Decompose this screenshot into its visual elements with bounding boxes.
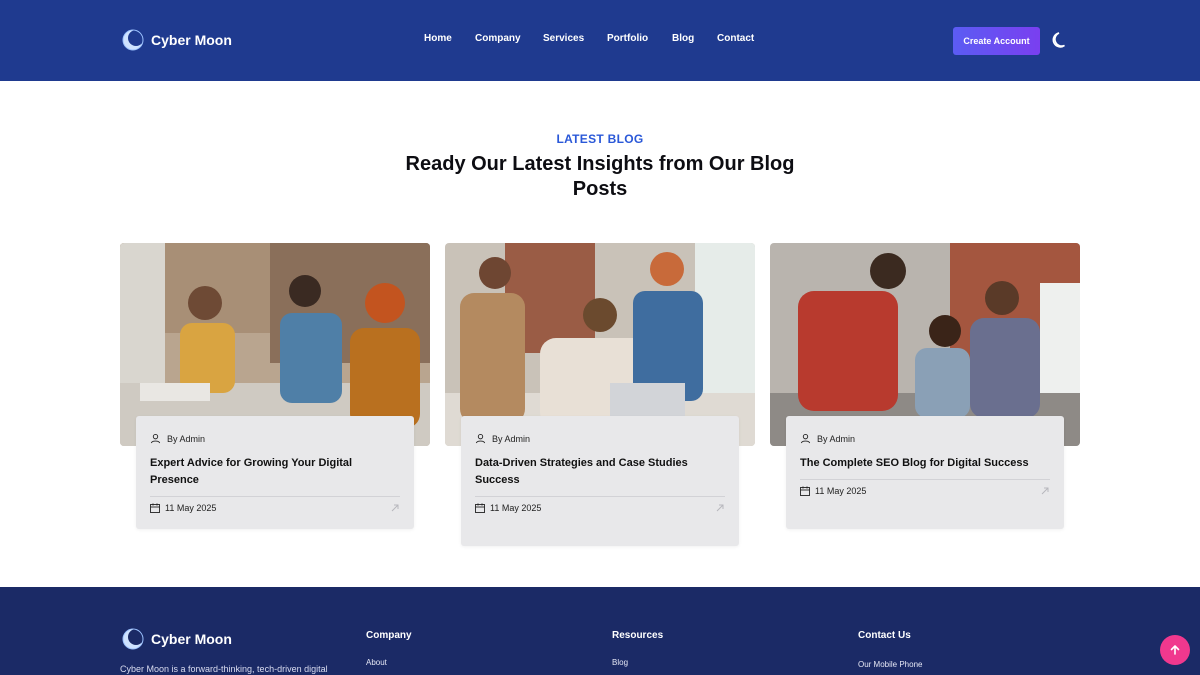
post-date: 11 May 2025 (165, 503, 217, 513)
calendar-icon (150, 503, 160, 513)
card-divider (475, 496, 725, 497)
post-title[interactable]: Expert Advice for Growing Your Digital P… (150, 455, 400, 489)
footer-brand[interactable]: Cyber Moon (122, 628, 232, 650)
user-icon (800, 434, 811, 444)
post-meta: By Admin (475, 433, 725, 444)
user-icon (475, 434, 486, 444)
section-tag: LATEST BLOG (556, 132, 644, 146)
blog-card[interactable]: By Admin Expert Advice for Growing Your … (136, 416, 414, 529)
post-meta: By Admin (150, 433, 400, 444)
card-divider (800, 479, 1050, 480)
nav-blog[interactable]: Blog (672, 33, 694, 44)
site-footer: Cyber Moon Cyber Moon is a forward-think… (0, 587, 1200, 675)
nav-contact[interactable]: Contact (717, 33, 754, 44)
blog-card[interactable]: By Admin Data-Driven Strategies and Case… (461, 416, 739, 546)
post-meta: By Admin (800, 433, 1050, 444)
arrow-up-right-icon[interactable] (390, 503, 400, 513)
blog-card[interactable]: By Admin The Complete SEO Blog for Digit… (786, 416, 1064, 529)
post-title[interactable]: The Complete SEO Blog for Digital Succes… (800, 455, 1050, 472)
user-icon (150, 434, 161, 444)
footer-link-about[interactable]: About (366, 658, 387, 667)
site-header: Cyber Moon Home Company Services Portfol… (0, 0, 1200, 81)
scroll-to-top-button[interactable] (1160, 635, 1190, 665)
moon-logo-icon (122, 628, 144, 650)
dark-mode-toggle-icon[interactable] (1050, 30, 1070, 50)
section-title: Ready Our Latest Insights from Our Blog … (405, 153, 795, 200)
footer-link-blog[interactable]: Blog (612, 658, 628, 667)
calendar-icon (800, 486, 810, 496)
calendar-icon (475, 503, 485, 513)
nav-company[interactable]: Company (475, 33, 521, 44)
post-title[interactable]: Data-Driven Strategies and Case Studies … (475, 455, 725, 489)
arrow-up-right-icon[interactable] (715, 503, 725, 513)
post-author: By Admin (167, 433, 206, 444)
card-divider (150, 496, 400, 497)
nav-home[interactable]: Home (424, 33, 452, 44)
footer-description: Cyber Moon is a forward-thinking, tech-d… (120, 664, 328, 674)
arrow-up-icon (1170, 645, 1180, 655)
post-date: 11 May 2025 (815, 486, 867, 496)
arrow-up-right-icon[interactable] (1040, 486, 1050, 496)
footer-heading-company: Company (366, 630, 412, 641)
post-date: 11 May 2025 (490, 503, 542, 513)
create-account-button[interactable]: Create Account (953, 27, 1040, 55)
post-author: By Admin (492, 433, 531, 444)
footer-heading-resources: Resources (612, 630, 664, 641)
nav-portfolio[interactable]: Portfolio (607, 33, 648, 44)
footer-brand-name: Cyber Moon (151, 631, 232, 647)
post-author: By Admin (817, 433, 856, 444)
footer-contact-phone-label: Our Mobile Phone (858, 660, 923, 669)
footer-heading-contact: Contact Us (858, 630, 911, 641)
nav-services[interactable]: Services (543, 33, 584, 44)
